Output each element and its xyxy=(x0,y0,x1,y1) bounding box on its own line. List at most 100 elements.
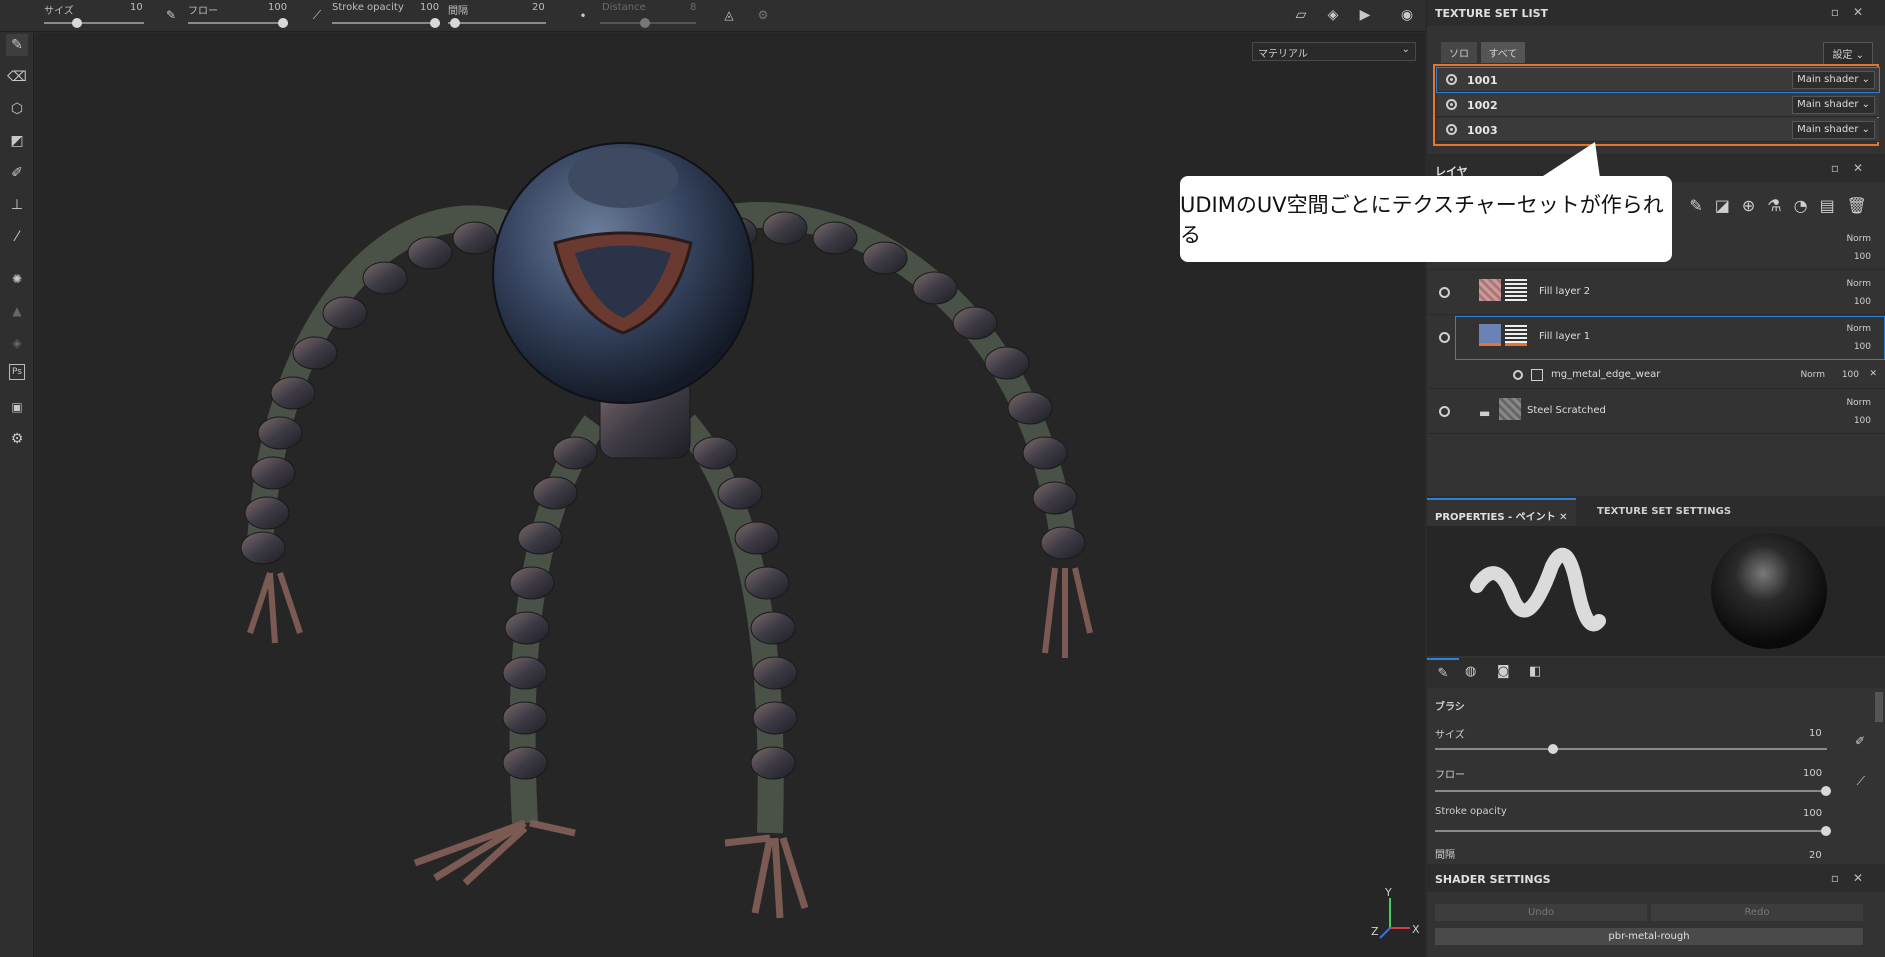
texture-set-row[interactable]: 1003 Main shader ⌄ xyxy=(1437,118,1879,142)
photoshop-icon[interactable]: Ps xyxy=(9,364,25,380)
layer-blend-mode[interactable]: Norm xyxy=(1846,279,1871,289)
visibility-icon[interactable] xyxy=(1446,124,1457,135)
visibility-icon[interactable] xyxy=(1439,287,1450,298)
axis-z-label: Z xyxy=(1371,925,1379,938)
effect-opacity[interactable]: 100 xyxy=(1842,370,1859,380)
tab-properties-paint[interactable]: PROPERTIES - ペイント ✕ xyxy=(1427,498,1576,526)
panel-controls-icon[interactable]: ▫✕ xyxy=(1831,161,1877,175)
flow-pressure-icon[interactable]: ⟋ xyxy=(1857,774,1865,789)
eraser-icon[interactable]: ⌫ xyxy=(6,66,28,88)
clone-stamp-icon[interactable]: ⊥ xyxy=(6,194,28,216)
callout-note: UDIMのUV空間ごとにテクスチャーセットが作られる xyxy=(1180,142,1672,262)
alpha-tab-icon[interactable]: ◙ xyxy=(1497,664,1510,679)
display-cube-icon[interactable]: ◈ xyxy=(1322,4,1344,26)
layer-opacity[interactable]: 100 xyxy=(1854,297,1871,307)
size-slider[interactable] xyxy=(44,18,144,28)
layer-blend-mode[interactable]: Norm xyxy=(1846,324,1871,334)
texture-set-row[interactable]: 1001 Main shader ⌄ xyxy=(1436,67,1880,93)
layer-effect-row[interactable]: mg_metal_edge_wear Norm 100 ✕ xyxy=(1427,361,1885,389)
prop-opacity-slider[interactable] xyxy=(1435,826,1831,836)
layer-blend-mode[interactable]: Norm xyxy=(1846,398,1871,408)
visibility-icon[interactable] xyxy=(1439,332,1450,343)
solo-button[interactable]: ソロ xyxy=(1441,42,1477,63)
camera-frame-icon[interactable]: ▱ xyxy=(1290,4,1312,26)
visibility-icon[interactable] xyxy=(1439,406,1450,417)
size-value: 10 xyxy=(130,2,143,13)
axis-y-label: Y xyxy=(1384,886,1392,899)
panel-controls-icon[interactable]: ▫✕ xyxy=(1831,871,1877,885)
texture-set-list-header: TEXTURE SET LIST ▫✕ xyxy=(1427,0,1885,26)
prop-spacing-label: 間隔 xyxy=(1435,850,1455,861)
texture-set-list-panel: TEXTURE SET LIST ▫✕ ソロ すべて 設定 ⌄ 1001 Mai… xyxy=(1427,0,1885,154)
symmetry-icon[interactable]: ◬ xyxy=(718,4,740,26)
polygon-fill-icon[interactable]: ◩ xyxy=(6,130,28,152)
projection-icon[interactable]: ⬡ xyxy=(6,98,28,120)
undo-button[interactable]: Undo xyxy=(1435,904,1647,921)
shader-select[interactable]: Main shader ⌄ xyxy=(1792,96,1875,114)
effect-name: mg_metal_edge_wear xyxy=(1551,369,1661,380)
stencil-tab-icon[interactable]: ◧ xyxy=(1529,664,1541,679)
redo-button[interactable]: Redo xyxy=(1651,904,1863,921)
paint-brush-icon[interactable]: ✎ xyxy=(6,34,28,56)
generator-icon xyxy=(1531,369,1543,381)
layer-tools-icon[interactable]: ✎◪⊕⚗◔▤🗑 xyxy=(1689,196,1879,215)
plugin-icon[interactable]: ◈ xyxy=(6,332,28,354)
layer-opacity[interactable]: 100 xyxy=(1854,252,1871,262)
video-camera-icon[interactable]: ▶ xyxy=(1354,4,1376,26)
size-label: サイズ xyxy=(44,6,74,17)
stroke-icon[interactable]: ⟋ xyxy=(306,4,328,26)
material-mode-value: マテリアル xyxy=(1258,49,1308,60)
spacing-slider[interactable] xyxy=(448,18,546,28)
bake-icon[interactable]: ✺ xyxy=(6,268,28,290)
prop-size-slider[interactable] xyxy=(1435,744,1827,754)
all-button[interactable]: すべて xyxy=(1480,42,1526,63)
layer-row[interactable]: Fill layer 2 Norm 100 xyxy=(1427,271,1885,315)
properties-scrollbar[interactable] xyxy=(1875,692,1883,722)
layer-color-thumbnail xyxy=(1479,279,1501,301)
distance-slider[interactable] xyxy=(600,18,696,28)
smudge-icon[interactable]: ✐ xyxy=(6,162,28,184)
panel-controls-icon[interactable]: ▫✕ xyxy=(1831,5,1877,19)
visibility-icon[interactable] xyxy=(1513,370,1523,380)
pen-pressure-icon[interactable]: ✐ xyxy=(1855,734,1865,748)
3d-viewport[interactable]: Y X Z xyxy=(35,33,1425,957)
shader-select[interactable]: Main shader ⌄ xyxy=(1792,71,1875,89)
layer-row-selected[interactable]: Fill layer 1 Norm 100 xyxy=(1455,316,1885,360)
layer-opacity[interactable]: 100 xyxy=(1854,342,1871,352)
close-icon[interactable]: ✕ xyxy=(1869,369,1877,379)
brush-stroke-preview xyxy=(1470,533,1827,649)
brush-flow-icon[interactable]: ✎ xyxy=(160,4,182,26)
visibility-icon[interactable] xyxy=(1446,74,1457,85)
shader-settings-panel: SHADER SETTINGS ▫✕ Undo Redo pbr-metal-r… xyxy=(1427,866,1885,957)
layer-row[interactable]: ▬ Steel Scratched Norm 100 xyxy=(1427,390,1885,434)
lazy-mouse-icon[interactable]: ∙ xyxy=(572,4,594,26)
tab-properties-label: PROPERTIES - ペイント xyxy=(1435,512,1556,523)
export-icon[interactable]: ▣ xyxy=(6,396,28,418)
material-tab-icon[interactable]: ◍ xyxy=(1465,664,1476,679)
shader-name-button[interactable]: pbr-metal-rough xyxy=(1435,928,1863,945)
settings-gear-icon[interactable]: ⚙ xyxy=(6,428,28,450)
texture-set-name: 1003 xyxy=(1467,124,1498,137)
notification-icon[interactable]: ▲ xyxy=(6,300,28,322)
properties-panel: PROPERTIES - ペイント ✕ TEXTURE SET SETTINGS… xyxy=(1427,498,1885,864)
flow-slider[interactable] xyxy=(188,18,288,28)
color-picker-icon[interactable]: ⁄ xyxy=(6,226,28,248)
brush-tab-icon[interactable]: ✎ xyxy=(1427,658,1459,688)
layer-opacity[interactable]: 100 xyxy=(1854,416,1871,426)
spacing-label: 間隔 xyxy=(448,6,468,17)
effect-blend-mode[interactable]: Norm xyxy=(1800,370,1825,380)
prop-flow-slider[interactable] xyxy=(1435,786,1831,796)
stroke-opacity-slider[interactable] xyxy=(332,18,440,28)
properties-tabs: PROPERTIES - ペイント ✕ TEXTURE SET SETTINGS xyxy=(1427,498,1885,526)
symmetry-settings-icon[interactable]: ⚙ xyxy=(752,4,774,26)
layer-name: Steel Scratched xyxy=(1527,405,1606,416)
material-mode-select[interactable]: マテリアル ⌄ xyxy=(1252,42,1416,61)
settings-dropdown[interactable]: 設定 ⌄ xyxy=(1823,42,1873,65)
shader-select[interactable]: Main shader ⌄ xyxy=(1792,121,1875,139)
solo-all-group: ソロ すべて xyxy=(1441,42,1526,63)
texture-set-row[interactable]: 1002 Main shader ⌄ xyxy=(1437,93,1879,117)
screenshot-camera-icon[interactable]: ◉ xyxy=(1396,4,1418,26)
visibility-icon[interactable] xyxy=(1446,99,1457,110)
layer-blend-mode[interactable]: Norm xyxy=(1846,234,1871,244)
tab-texture-set-settings[interactable]: TEXTURE SET SETTINGS xyxy=(1597,506,1731,517)
